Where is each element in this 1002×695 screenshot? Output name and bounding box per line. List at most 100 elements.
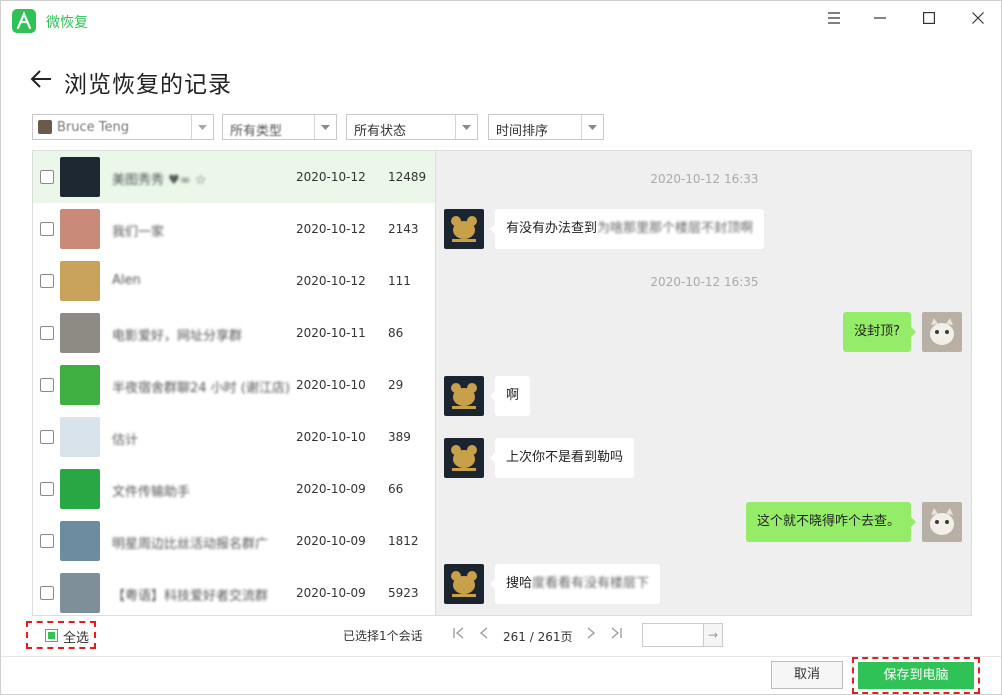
conversation-date: 2020-10-10 [296,378,366,392]
chevron-left-icon [479,627,488,639]
message-bubble: 没封顶? [843,312,916,352]
conversation-date: 2020-10-09 [296,534,366,548]
next-page-button[interactable] [586,627,596,643]
message-text: 啊 [506,388,520,403]
message-count: 389 [388,430,411,444]
chevron-down-icon [191,115,213,139]
prev-page-button[interactable] [479,627,489,643]
pager: 261 / 261页 → [435,617,972,653]
select-all-checkbox[interactable]: 全选 [26,621,96,649]
message-timestamp: 2020-10-12 16:33 [650,172,759,186]
row-checkbox[interactable] [40,378,54,392]
chevron-down-icon [581,115,603,139]
conversation-row[interactable]: 估计 2020-10-10 389 [33,411,435,463]
contact-select[interactable]: Bruce Teng [32,114,214,140]
conversation-name: 估计 [112,433,139,448]
page-title: 浏览恢复的记录 [64,72,232,98]
sender-avatar [444,438,484,478]
conversation-row[interactable]: 文件传输助手 2020-10-09 66 [33,463,435,515]
message-count: 66 [388,482,404,496]
menu-button[interactable] [811,1,857,35]
row-checkbox[interactable] [40,430,54,444]
row-checkbox[interactable] [40,170,54,184]
sort-select[interactable]: 时间排序 [488,114,604,140]
row-checkbox[interactable] [40,274,54,288]
maximize-button[interactable] [906,1,952,35]
conversation-list: 美图秀秀 ♥∞ ☆ 2020-10-12 12489 我们一家 2020-10-12 21… [32,150,435,616]
conversation-row[interactable]: 半夜宿舍群聊24 小时 (谢江店) 2020-10-10 29 [33,359,435,411]
message-count: 111 [388,274,411,288]
conversation-avatar [60,469,100,509]
app-window: 微恢复 浏览恢复的记录 Bruce Teng 所有类型 所有状态 时间排序 美图… [0,0,1002,695]
conversation-avatar [60,573,100,613]
self-avatar [922,312,962,352]
message-text: 没封顶? [854,324,900,339]
conversation-avatar [60,521,100,561]
message-bubble: 有没有办法查到为啥那里那个楼层不封顶啊 [489,209,765,249]
row-checkbox[interactable] [40,326,54,340]
close-button[interactable] [955,1,1001,35]
message-text: 上次你不是看到勒吗 [506,450,624,465]
self-avatar [922,502,962,542]
row-checkbox[interactable] [40,586,54,600]
conversation-name: 文件传输助手 [112,485,191,500]
conversation-date: 2020-10-12 [296,274,366,288]
last-page-icon [611,627,622,639]
message-bubble: 这个就不晓得咋个去查。 [745,502,917,542]
conversation-row[interactable]: Alen 2020-10-12 111 [33,255,435,307]
message-count: 1812 [388,534,419,548]
message-text: 搜哈 [506,576,533,591]
selected-count: 已选择1个会话 [343,629,423,643]
conversation-avatar [60,157,100,197]
conversation-name: 美图秀秀 ♥∞ ☆ [112,173,207,188]
page-number-input[interactable] [642,623,705,647]
status-select[interactable]: 所有状态 [346,114,478,140]
conversation-name: 我们一家 [112,225,165,240]
conversation-date: 2020-10-09 [296,482,366,496]
conversation-name: 明星周边比丝活动报名群广 [112,537,269,552]
message-count: 5923 [388,586,419,600]
back-button[interactable] [29,67,57,93]
page-indicator: 261 / 261页 [503,630,573,644]
conversation-avatar [60,417,100,457]
conversation-avatar [60,313,100,353]
message-bubble: 啊 [489,376,531,416]
row-checkbox[interactable] [40,482,54,496]
conversation-row[interactable]: 电影爱好，网址分享群 2020-10-11 86 [33,307,435,359]
go-page-button[interactable]: → [703,623,723,647]
message-timestamp: 2020-10-12 16:35 [650,275,759,289]
app-title: 微恢复 [46,15,88,31]
row-checkbox[interactable] [40,222,54,236]
conversation-row[interactable]: 【粤语】科技爱好者交流群 2020-10-09 5923 [33,567,435,615]
conversation-date: 2020-10-12 [296,170,366,184]
conversation-avatar [60,261,100,301]
sender-avatar [444,209,484,249]
conversation-row[interactable]: 美图秀秀 ♥∞ ☆ 2020-10-12 12489 [33,151,435,203]
message-count: 2143 [388,222,419,236]
chevron-down-icon [314,115,336,139]
conversation-row[interactable]: 明星周边比丝活动报名群广 2020-10-09 1812 [33,515,435,567]
conversation-name: Alen [112,273,141,288]
conversation-row[interactable]: 我们一家 2020-10-12 2143 [33,203,435,255]
minimize-button[interactable] [857,1,903,35]
message-count: 12489 [388,170,427,184]
last-page-button[interactable] [610,627,622,643]
message-text-blurred: 度看看有没有楼层下 [532,576,650,591]
conversation-date: 2020-10-10 [296,430,366,444]
conversation-date: 2020-10-11 [296,326,366,340]
conversation-date: 2020-10-09 [296,586,366,600]
contact-avatar [38,120,52,134]
message-text: 有没有办法查到 [506,221,598,236]
first-page-button[interactable] [453,627,465,643]
back-arrow-icon [30,70,51,88]
sender-avatar [444,376,484,416]
save-button-highlight: 保存到电脑 [852,657,980,694]
save-to-pc-button[interactable]: 保存到电脑 [858,662,974,689]
conversation-date: 2020-10-12 [296,222,366,236]
checkbox-checked-icon [45,629,58,642]
maximize-icon [923,12,935,24]
menu-icon [828,12,840,24]
type-select[interactable]: 所有类型 [222,114,337,140]
cancel-button[interactable]: 取消 [771,661,843,689]
row-checkbox[interactable] [40,534,54,548]
